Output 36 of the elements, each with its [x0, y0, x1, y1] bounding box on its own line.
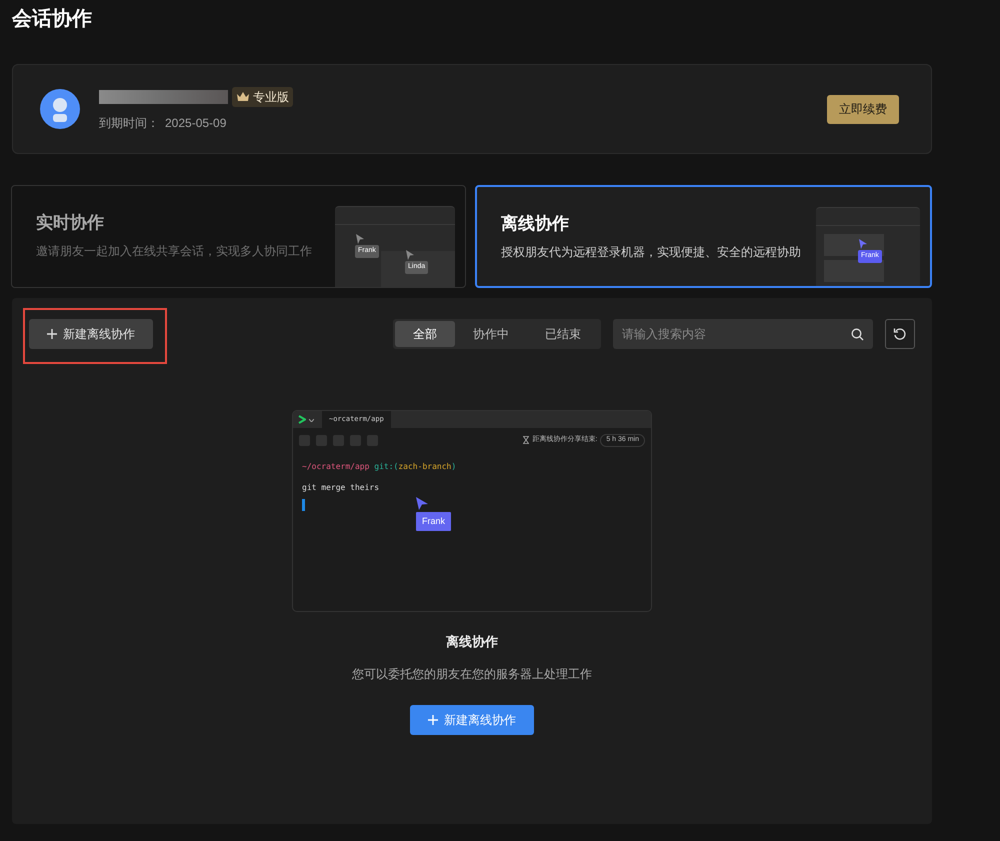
refresh-icon — [893, 327, 907, 341]
refresh-button[interactable] — [885, 319, 915, 349]
new-collab-button[interactable]: 新建离线协作 — [29, 319, 153, 349]
panel-block — [824, 260, 884, 282]
filter-tab[interactable]: 协作中 — [455, 321, 527, 347]
mode-description: 邀请朋友一起加入在线共享会话，实现多人协同工作 — [36, 242, 312, 260]
plan-badge: 专业版 — [232, 86, 293, 106]
chevron-down-icon — [309, 419, 314, 422]
text-cursor — [302, 498, 305, 510]
mode-title: 离线协作 — [501, 213, 570, 235]
command-line: git merge theirs — [302, 482, 380, 494]
plus-icon — [428, 714, 438, 724]
renew-button[interactable]: 立即续费 — [827, 94, 899, 124]
page-title: 会话协作 — [12, 7, 93, 32]
filter-tab[interactable]: 全部 — [395, 321, 455, 347]
expiry-label: 到期时间： — [99, 114, 159, 132]
hourglass-icon — [523, 436, 530, 444]
pointer-icon — [858, 238, 868, 250]
search-icon — [851, 328, 864, 341]
app-logo-icon — [298, 415, 306, 424]
avatar — [40, 89, 80, 129]
new-collab-button[interactable]: 新建离线协作 — [410, 704, 534, 734]
cursor-label: Frank — [416, 512, 452, 531]
mode-description: 授权朋友代为远程登录机器，实现便捷、安全的远程协助 — [501, 244, 801, 260]
search-field[interactable]: 请输入搜索内容 — [613, 319, 873, 349]
pointer-icon — [416, 496, 428, 510]
pointer-icon — [355, 233, 365, 245]
plus-icon — [47, 329, 57, 339]
expiry-date: 2025-05-09 — [165, 114, 226, 132]
empty-state-title: 离线协作 — [446, 633, 498, 651]
empty-state-description: 您可以委托您的朋友在您的服务器上处理工作 — [352, 666, 592, 682]
mode-title: 实时协作 — [36, 212, 105, 234]
pointer-icon — [405, 249, 415, 261]
crown-icon — [236, 91, 250, 102]
filter-tab[interactable]: 已结束 — [527, 321, 599, 347]
prompt-line: ~/ocraterm/app git:(zach-branch) — [302, 460, 456, 472]
